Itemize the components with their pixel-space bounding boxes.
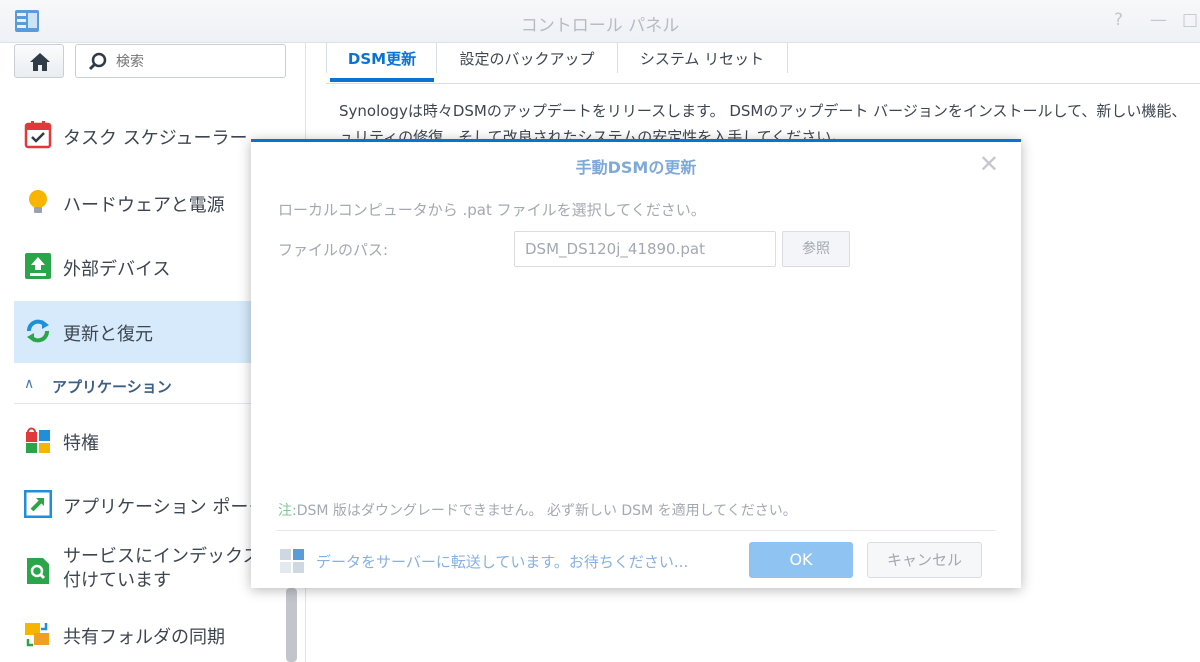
- help-button[interactable]: ?: [1114, 10, 1123, 30]
- privileges-icon: [26, 427, 50, 453]
- sidebar-item-label: 更新と復元: [63, 324, 153, 345]
- tab-divider: [436, 43, 437, 73]
- file-path-label: ファイルのパス:: [278, 241, 389, 259]
- file-path-field[interactable]: DSM_DS120j_41890.pat: [514, 231, 776, 267]
- folder-sync-icon: [25, 623, 49, 647]
- sidebar-item-label: タスク スケジューラー: [63, 128, 248, 149]
- upload-status-text: データをサーバーに転送しています。お待ちください...: [316, 553, 689, 571]
- close-icon[interactable]: ✕: [979, 150, 999, 178]
- sidebar-item-label: ハードウェアと電源: [63, 195, 225, 216]
- tab-bar: DSM更新 設定のバックアップ システム リセット: [326, 43, 1200, 84]
- sidebar-item-label: サービスにインデックス 付けています: [63, 546, 261, 591]
- sidebar-item-label: 特権: [63, 433, 99, 454]
- active-tab-indicator: [330, 78, 434, 82]
- search-icon: [88, 52, 107, 71]
- dialog-title: 手動DSMの更新: [575, 158, 697, 177]
- search-box[interactable]: [75, 44, 286, 78]
- tab-dsm-update[interactable]: DSM更新: [334, 43, 430, 83]
- calendar-check-icon: [24, 121, 52, 149]
- search-input[interactable]: [114, 51, 278, 73]
- description-line-1: Synologyは時々DSMのアップデートをリリースします。 DSMのアップデー…: [339, 102, 1187, 120]
- dsm-update-description: Synologyは時々DSMのアップデートをリリースします。 DSMのアップデー…: [339, 98, 1199, 140]
- dialog-note: 注:DSM 版はダウングレードできません。 必ず新しい DSM を適用してくださ…: [278, 500, 797, 520]
- window-title: コントロール パネル: [520, 16, 680, 36]
- sidebar-item-label: 共有フォルダの同期: [63, 627, 225, 648]
- tab-divider: [787, 43, 788, 73]
- lightbulb-icon: [29, 190, 47, 213]
- dialog-divider: [277, 530, 995, 531]
- note-prefix: 注:: [278, 503, 297, 519]
- manual-dsm-update-dialog: 手動DSMの更新 ✕ ローカルコンピュータから .pat ファイルを選択してくだ…: [251, 139, 1021, 588]
- sidebar-item-shared-folder-sync[interactable]: 共有フォルダの同期: [14, 604, 294, 662]
- tab-config-backup[interactable]: 設定のバックアップ: [438, 43, 616, 83]
- note-text: DSM 版はダウングレードできません。 必ず新しい DSM を適用してください。: [296, 503, 797, 519]
- ok-button[interactable]: OK: [749, 542, 853, 578]
- indexing-icon: [27, 558, 49, 584]
- window-titlebar: コントロール パネル ? — □: [0, 0, 1200, 43]
- app-portal-icon: [24, 490, 52, 518]
- tab-divider: [617, 43, 618, 73]
- tab-divider: [326, 43, 327, 73]
- cancel-button[interactable]: キャンセル: [867, 542, 982, 578]
- home-button[interactable]: [14, 44, 64, 78]
- upload-device-icon: [25, 253, 51, 279]
- chevron-up-icon: ∧: [24, 376, 35, 392]
- browse-button[interactable]: 参照: [782, 231, 850, 267]
- description-line-2-clip: ュリティの修復、そして改良されたシステムの安定性を入手してください。: [339, 124, 839, 140]
- home-icon: [30, 53, 50, 71]
- section-label: アプリケーション: [52, 378, 172, 396]
- loading-icon: [280, 549, 304, 573]
- tab-system-reset[interactable]: システム リセット: [619, 43, 785, 83]
- maximize-button[interactable]: □: [1182, 10, 1198, 30]
- refresh-icon: [27, 319, 49, 343]
- dialog-instructions: ローカルコンピュータから .pat ファイルを選択してください。: [278, 201, 706, 219]
- sidebar-item-label: 外部デバイス: [63, 259, 171, 280]
- minimize-button[interactable]: —: [1150, 10, 1167, 30]
